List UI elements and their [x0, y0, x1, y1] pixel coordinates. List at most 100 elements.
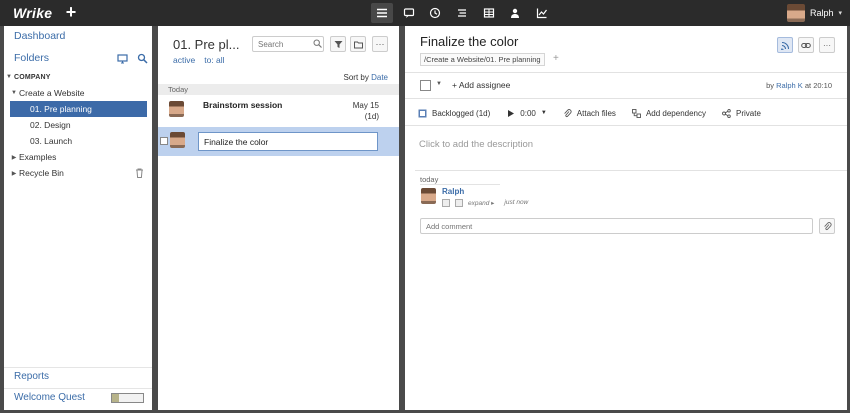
task-row-editing[interactable]: [158, 127, 399, 156]
status-label: Backlogged (1d): [432, 108, 491, 118]
add-dependency-button[interactable]: Add dependency: [631, 108, 706, 118]
task-duration: (1d): [364, 112, 379, 121]
task-complete-checkbox[interactable]: [420, 80, 431, 91]
add-folder-button[interactable]: +: [553, 53, 559, 64]
tree-item-label: 02. Design: [30, 120, 71, 130]
paperclip-icon: [823, 221, 832, 230]
attach-comment-button[interactable]: [819, 218, 835, 234]
tree-item-label: 01. Pre planning: [30, 104, 92, 114]
wrike-logo[interactable]: Wrike: [13, 5, 52, 21]
filter-status-link[interactable]: active: [173, 55, 195, 65]
private-label: Private: [736, 108, 761, 118]
tree-item-pre-planning[interactable]: 01. Pre planning: [10, 101, 147, 117]
user-menu[interactable]: Ralph ▾: [787, 3, 842, 23]
triangle-right-icon[interactable]: ▶: [9, 170, 19, 177]
expand-label: expand: [468, 199, 490, 207]
created-by-info: by Ralph K at 20:10: [766, 81, 832, 90]
tree-item-label: 03. Launch: [30, 136, 73, 146]
status-icon: [418, 109, 427, 117]
task-date: May 15 (1d): [353, 100, 379, 122]
company-label: COMPANY: [14, 73, 51, 81]
tree-company[interactable]: ▼ COMPANY: [4, 69, 152, 85]
description-placeholder[interactable]: Click to add the description: [419, 139, 533, 150]
paperclip-icon: [564, 108, 572, 117]
add-assignee-button[interactable]: + Add assignee: [452, 80, 510, 90]
sort-control[interactable]: Sort by Date: [344, 73, 388, 82]
tree-item-design[interactable]: 02. Design: [4, 117, 152, 133]
creator-link[interactable]: Ralph K: [776, 81, 803, 90]
reports-row[interactable]: Reports: [4, 367, 152, 385]
created-time: at 20:10: [804, 81, 832, 90]
user-name: Ralph: [810, 8, 834, 18]
new-item-button[interactable]: +: [63, 2, 79, 22]
list-icon[interactable]: [451, 3, 473, 23]
task-list-title: 01. Pre pl...: [173, 37, 240, 52]
private-button[interactable]: Private: [722, 109, 761, 118]
tree-item-launch[interactable]: 03. Launch: [4, 133, 152, 149]
status-dropdown[interactable]: Backlogged (1d): [418, 109, 490, 118]
tree-item-label: Recycle Bin: [19, 168, 64, 178]
rss-button[interactable]: [777, 37, 793, 53]
attach-files-button[interactable]: Attach files: [563, 109, 616, 118]
calendar-icon: [442, 198, 450, 207]
dashboard-link[interactable]: Dashboard: [14, 30, 65, 42]
quest-progress-fill: [112, 394, 119, 402]
more-options-button[interactable]: ···: [372, 36, 388, 52]
filter-button[interactable]: [330, 36, 346, 52]
tree-item-examples[interactable]: ▶ Examples: [4, 149, 152, 165]
task-title-input[interactable]: [198, 132, 378, 151]
monitor-icon[interactable]: [117, 53, 128, 64]
add-assignee-label: Add assignee: [458, 80, 511, 90]
chart-icon[interactable]: [531, 3, 553, 23]
chevron-down-icon[interactable]: ▼: [541, 110, 547, 116]
divider: [405, 98, 847, 99]
assignee-avatar: [170, 132, 185, 148]
folder-view-button[interactable]: [350, 36, 366, 52]
task-checkbox[interactable]: [160, 137, 168, 145]
welcome-quest-link[interactable]: Welcome Quest: [14, 392, 85, 403]
chevron-down-icon[interactable]: ▼: [436, 81, 442, 87]
dependency-icon: [631, 108, 641, 118]
clock-icon[interactable]: [424, 3, 446, 23]
trash-icon[interactable]: [135, 168, 144, 178]
triangle-down-icon[interactable]: ▼: [4, 74, 14, 80]
play-icon[interactable]: [506, 109, 515, 118]
divider: [415, 170, 847, 171]
link-button[interactable]: [798, 37, 814, 53]
triangle-down-icon[interactable]: ▼: [9, 90, 19, 96]
task-folder-path[interactable]: /Create a Website/01. Pre planning: [420, 53, 545, 66]
quest-progress-bar: [111, 393, 144, 403]
sort-value-link[interactable]: Date: [371, 73, 388, 82]
filter-assignee-link[interactable]: to: all: [204, 55, 224, 65]
task-detail-title[interactable]: Finalize the color: [420, 34, 518, 49]
task-row[interactable]: Brainstorm session May 15 (1d): [158, 96, 399, 126]
stream-expand-link[interactable]: expand ▸: [468, 199, 494, 207]
welcome-quest-row[interactable]: Welcome Quest: [4, 388, 152, 406]
reports-link[interactable]: Reports: [14, 371, 49, 382]
link-icon: [801, 42, 811, 48]
timer-value: 0:00: [520, 108, 536, 118]
stream-user-avatar: [421, 188, 436, 204]
person-icon[interactable]: [504, 3, 526, 23]
triangle-right-icon[interactable]: ▶: [9, 154, 19, 161]
chat-icon[interactable]: [398, 3, 420, 23]
folders-sidebar: Dashboard Folders ▼ COMPANY ▼ Create a W…: [4, 26, 152, 410]
timer-control[interactable]: 0:00 ▼: [506, 109, 547, 118]
task-title[interactable]: Brainstorm session: [203, 100, 282, 110]
divider: [405, 72, 847, 73]
folder-icon: [353, 41, 363, 48]
more-options-button[interactable]: ···: [819, 37, 835, 53]
task-list-panel: 01. Pre pl... active to: all ··· Sort by …: [158, 26, 399, 410]
menu-icon[interactable]: [371, 3, 393, 23]
add-dependency-label: Add dependency: [645, 108, 706, 118]
divider: [420, 184, 500, 185]
stream-user-link[interactable]: Ralph: [442, 187, 464, 196]
table-icon[interactable]: [478, 3, 500, 23]
search-icon[interactable]: [313, 39, 322, 48]
rss-icon: [780, 41, 789, 50]
comment-input[interactable]: [420, 218, 813, 234]
folders-label[interactable]: Folders: [14, 52, 49, 64]
tree-item-recycle-bin[interactable]: ▶ Recycle Bin: [4, 165, 152, 181]
search-icon[interactable]: [137, 53, 148, 64]
tree-item-create-website[interactable]: ▼ Create a Website: [4, 85, 152, 101]
